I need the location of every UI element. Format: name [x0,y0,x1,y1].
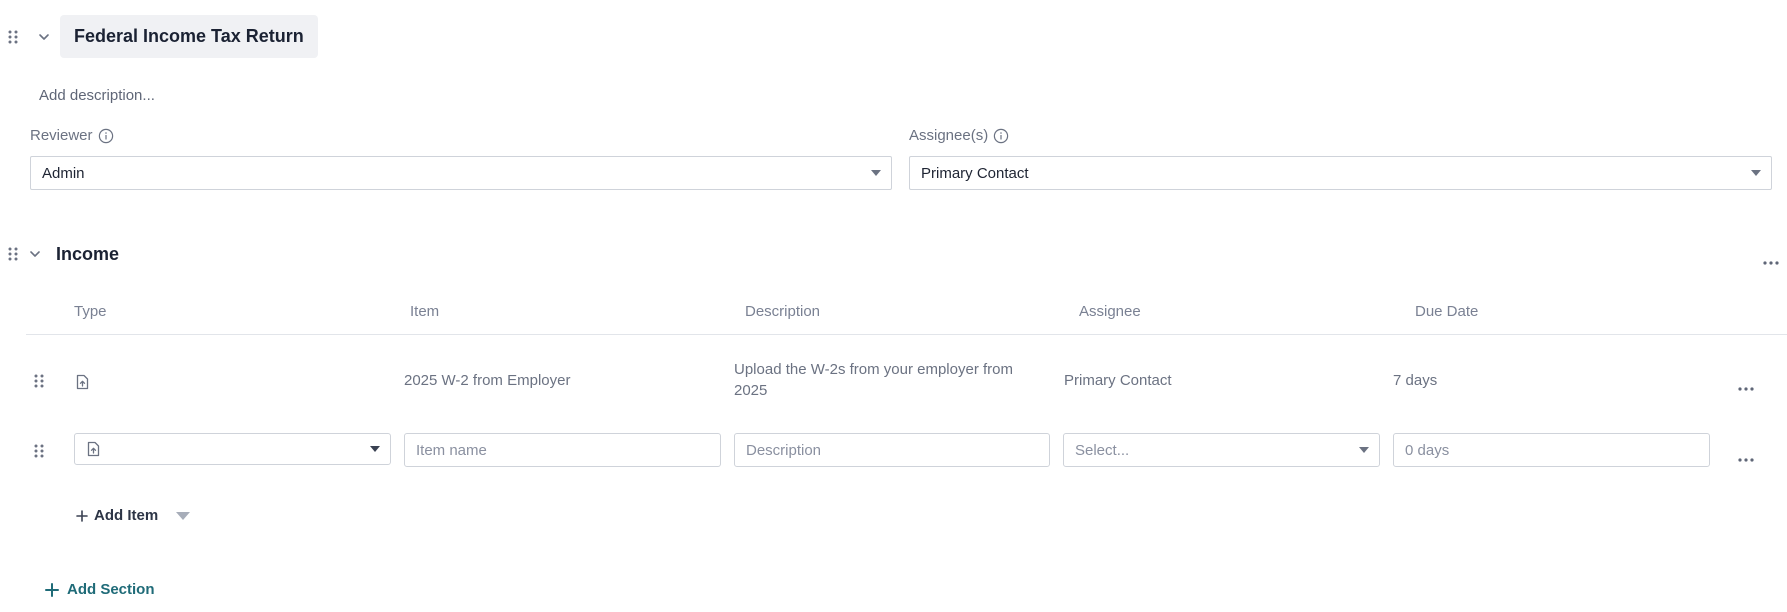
type-select[interactable] [74,433,391,465]
reviewer-label: Reviewer [30,127,114,144]
assignees-label-text: Assignee(s) [909,127,989,144]
due-days-input[interactable] [1393,433,1710,467]
caret-down-icon [1359,447,1369,453]
assignees-select[interactable]: Primary Contact [909,156,1772,190]
description-input[interactable] [734,433,1050,467]
row-more-icon[interactable] [1738,449,1754,462]
chevron-down-icon[interactable] [28,247,42,261]
section-more-icon[interactable] [1763,252,1779,265]
row-more-icon[interactable] [1738,378,1754,391]
chevron-down-icon[interactable] [37,30,51,44]
item-name-field[interactable] [416,441,709,459]
assignee-select[interactable]: Select... [1063,433,1380,467]
add-section-label: Add Section [67,581,155,598]
caret-down-icon [871,170,881,176]
drag-handle-icon[interactable] [8,30,18,44]
info-icon[interactable] [98,128,114,144]
column-header-description: Description [745,303,821,320]
section-drag-handle-icon[interactable] [8,247,18,261]
caret-down-icon[interactable] [176,511,191,520]
caret-down-icon [370,446,380,452]
plus-icon [45,582,59,597]
section-title[interactable]: Income [56,244,119,265]
assignee-select-placeholder: Select... [1075,441,1130,459]
reviewer-label-text: Reviewer [30,127,93,144]
plus-icon [76,509,88,522]
header-divider [26,334,1787,335]
description-field[interactable] [746,441,1038,459]
column-header-item: Item [410,303,440,320]
checklist-title[interactable]: Federal Income Tax Return [60,15,318,58]
row-due-date[interactable]: 7 days [1393,370,1437,391]
assignees-select-value: Primary Contact [921,164,1029,182]
row-item[interactable]: 2025 W-2 from Employer [404,370,570,391]
column-header-type: Type [74,303,107,320]
column-header-assignee: Assignee [1079,303,1141,320]
caret-down-icon [1751,170,1761,176]
add-item-button[interactable]: Add Item [76,507,191,524]
add-description-link[interactable]: Add description... [39,87,155,104]
reviewer-select[interactable]: Admin [30,156,892,190]
row-description[interactable]: Upload the W-2s from your employer from … [734,359,1034,401]
file-upload-icon [86,441,101,457]
file-upload-icon [75,374,90,395]
item-name-input[interactable] [404,433,721,467]
add-section-button[interactable]: Add Section [45,581,155,598]
column-header-due-date: Due Date [1415,303,1479,320]
due-days-field[interactable] [1405,441,1698,459]
assignees-label: Assignee(s) [909,127,1009,144]
reviewer-select-value: Admin [42,164,85,182]
row-drag-handle-icon[interactable] [34,374,44,388]
row-assignee[interactable]: Primary Contact [1064,370,1172,391]
row-drag-handle-icon[interactable] [34,444,44,458]
info-icon[interactable] [993,128,1009,144]
add-item-label: Add Item [94,507,159,524]
